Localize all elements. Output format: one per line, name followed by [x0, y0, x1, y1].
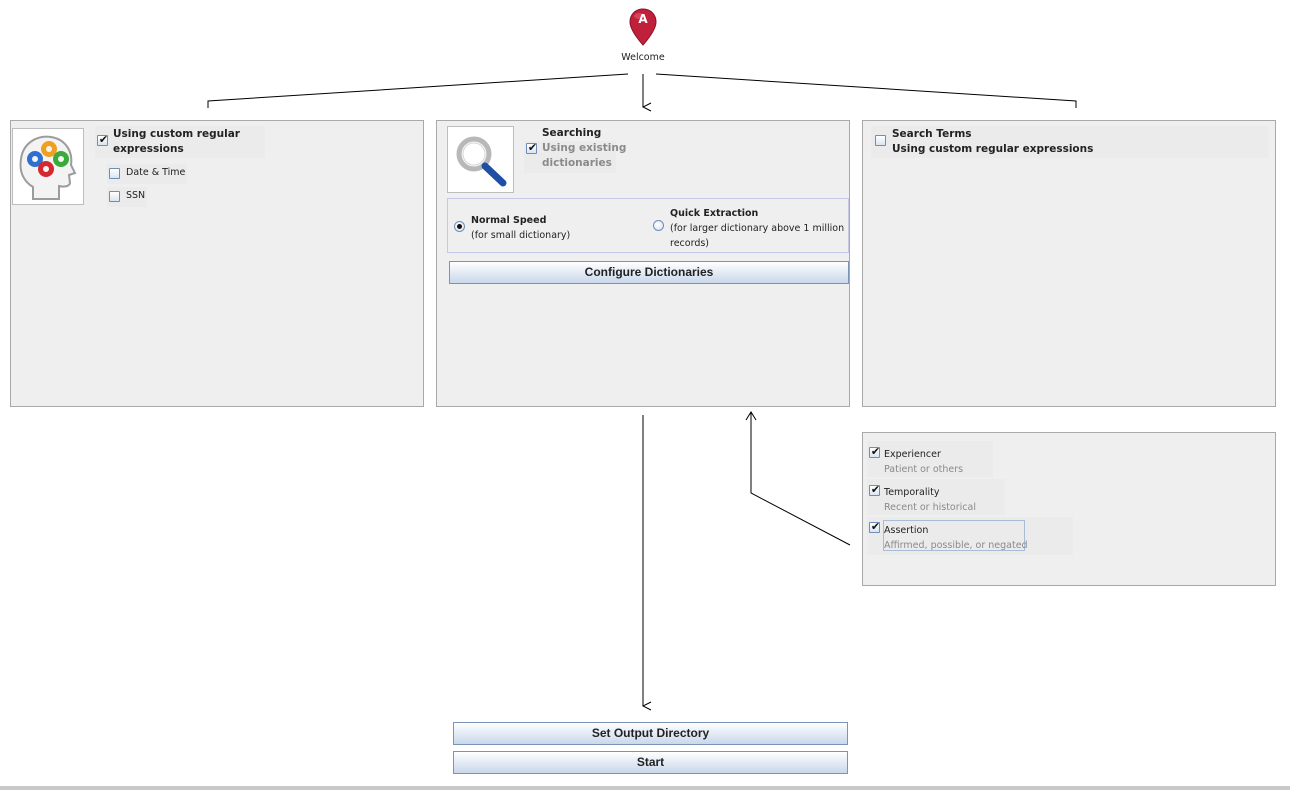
experiencer-checkbox[interactable]: ✔ — [869, 445, 880, 458]
date-time-checkbox[interactable] — [109, 168, 120, 179]
start-button[interactable]: Start — [453, 751, 848, 774]
temporality-checkbox[interactable]: ✔ — [869, 483, 880, 496]
searching-title: Searching — [542, 127, 602, 139]
horizontal-scrollbar[interactable] — [0, 786, 1290, 790]
set-output-directory-button[interactable]: Set Output Directory — [453, 722, 848, 745]
dictionary-panel: Searching ✔ Using existing dictionaries … — [436, 120, 850, 407]
date-time-label: Date & Time — [126, 167, 186, 178]
normal-speed-label: Normal Speed (for small dictionary) — [471, 215, 571, 241]
quick-extraction-label: Quick Extraction (for larger dictionary … — [670, 208, 845, 249]
regex-panel: ✔ Using custom regular expressions Date … — [10, 120, 424, 407]
marker-letter: A — [638, 12, 648, 26]
assertion-label: Assertion Affirmed, possible, or negated — [884, 525, 1028, 551]
search-terms-label: Search Terms Using custom regular expres… — [892, 128, 1094, 155]
context-panel: ✔ Experiencer Patient or others ✔ Tempor… — [862, 432, 1276, 586]
welcome-label: Welcome — [621, 52, 665, 63]
search-terms-checkbox[interactable] — [875, 135, 886, 146]
head-gears-icon — [12, 128, 84, 205]
search-terms-panel: Search Terms Using custom regular expres… — [862, 120, 1276, 407]
normal-speed-radio[interactable] — [454, 221, 465, 232]
magnifier-icon — [447, 126, 514, 193]
quick-extraction-radio[interactable] — [653, 220, 664, 231]
experiencer-label: Experiencer Patient or others — [884, 449, 964, 475]
connector-right — [655, 73, 1077, 108]
connector-context — [750, 413, 851, 546]
temporality-label: Temporality Recent or historical — [884, 487, 976, 513]
existing-dictionaries-checkbox[interactable]: ✔ — [526, 141, 537, 154]
welcome-marker-icon: A — [629, 8, 657, 46]
regex-main-label: Using custom regular expressions — [113, 128, 240, 155]
connector-left — [207, 73, 629, 108]
existing-dictionaries-label: Using existing dictionaries — [542, 142, 627, 169]
regex-main-checkbox[interactable]: ✔ — [97, 133, 108, 146]
configure-dictionaries-button[interactable]: Configure Dictionaries — [449, 261, 849, 284]
ssn-checkbox[interactable] — [109, 191, 120, 202]
assertion-checkbox[interactable]: ✔ — [869, 520, 880, 533]
ssn-label: SSN — [126, 190, 146, 201]
speed-group: Normal Speed (for small dictionary) Quic… — [447, 198, 849, 253]
